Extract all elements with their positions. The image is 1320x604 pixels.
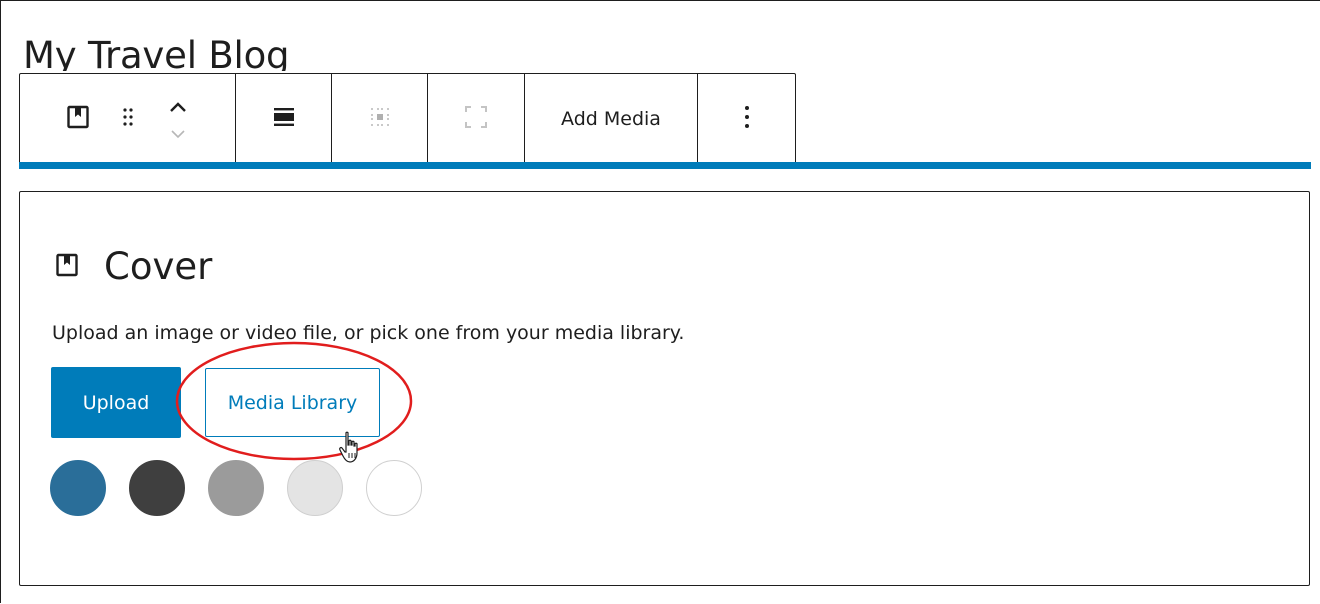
drag-handle-button[interactable] (106, 74, 150, 164)
align-button[interactable] (236, 74, 331, 164)
move-down-button[interactable] (158, 123, 198, 145)
toolbar-group-block (20, 74, 236, 164)
post-title[interactable]: My Travel Blog (23, 31, 289, 71)
upload-button[interactable]: Upload (51, 367, 181, 438)
more-options-button[interactable] (698, 74, 795, 164)
cover-title: Cover (104, 245, 213, 288)
block-selection-indicator (19, 162, 1311, 169)
content-position-button[interactable] (332, 74, 427, 164)
toolbar-group-fullheight (428, 74, 525, 164)
drag-handle-icon (122, 106, 134, 132)
media-library-button[interactable]: Media Library (205, 368, 380, 437)
chevron-up-icon (168, 99, 188, 118)
move-up-button[interactable] (158, 93, 198, 123)
cover-block-icon (56, 253, 78, 281)
color-swatch-light-gray[interactable] (287, 460, 343, 516)
editor-canvas: My Travel Blog Add Media Cover Upload an… (0, 0, 1320, 603)
color-swatch-white[interactable] (366, 460, 422, 516)
full-height-button[interactable] (428, 74, 524, 164)
chevron-down-icon (168, 125, 188, 144)
full-height-icon (464, 105, 488, 133)
color-swatch-dark-gray[interactable] (129, 460, 185, 516)
toolbar-group-position (332, 74, 428, 164)
align-wide-icon (273, 107, 295, 131)
cover-block-placeholder: Cover Upload an image or video file, or … (19, 191, 1310, 586)
block-switcher-button[interactable] (50, 74, 106, 164)
block-toolbar: Add Media (19, 73, 796, 165)
toolbar-group-media: Add Media (525, 74, 698, 164)
block-mover (150, 74, 206, 164)
add-media-button[interactable]: Add Media (525, 74, 697, 164)
cover-instructions: Upload an image or video file, or pick o… (52, 322, 685, 344)
cover-block-icon (66, 105, 89, 133)
color-swatch-gray[interactable] (208, 460, 264, 516)
color-swatch-blue[interactable] (50, 460, 106, 516)
more-vertical-icon (743, 104, 751, 134)
content-position-icon (369, 106, 391, 132)
toolbar-group-more (698, 74, 795, 164)
toolbar-group-align (236, 74, 332, 164)
cover-header: Cover (56, 242, 212, 292)
